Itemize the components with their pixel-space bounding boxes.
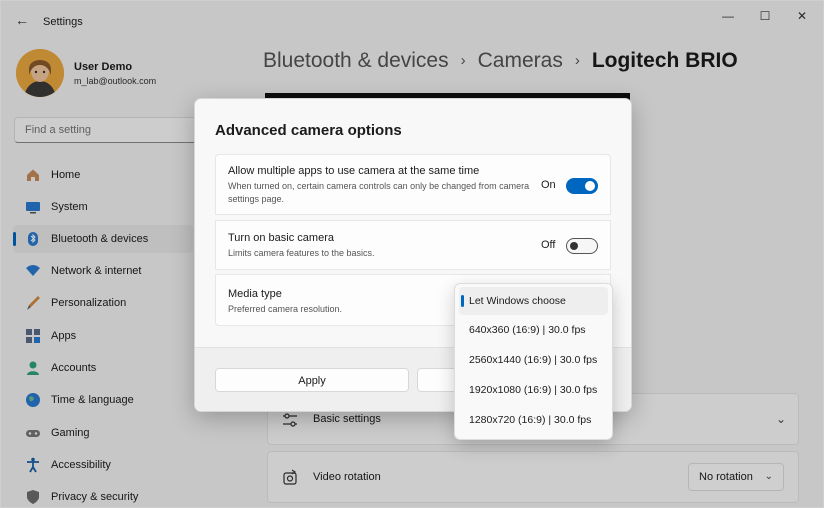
media-option-1280x720[interactable]: 1280x720 (16:9) | 30.0 fps (459, 406, 608, 434)
option-title: Media type (228, 288, 282, 300)
option-title: Allow multiple apps to use camera at the… (228, 165, 480, 177)
media-type-dropdown: Let Windows choose 640x360 (16:9) | 30.0… (454, 283, 613, 440)
media-option-let-windows-choose[interactable]: Let Windows choose (459, 287, 608, 315)
dialog-title: Advanced camera options (215, 122, 402, 139)
apply-button[interactable]: Apply (215, 368, 409, 392)
media-option-640x360[interactable]: 640x360 (16:9) | 30.0 fps (459, 316, 608, 344)
basic-camera-option: Turn on basic camera Limits camera featu… (215, 220, 611, 270)
multiple-apps-option: Allow multiple apps to use camera at the… (215, 154, 611, 215)
multiple-apps-toggle[interactable] (566, 178, 598, 194)
option-description: Limits camera features to the basics. (228, 248, 375, 258)
media-option-2560x1440[interactable]: 2560x1440 (16:9) | 30.0 fps (459, 346, 608, 374)
settings-window: ← Settings — ☐ ✕ User Demo m_lab@outlook… (0, 0, 824, 508)
media-option-1920x1080[interactable]: 1920x1080 (16:9) | 30.0 fps (459, 376, 608, 404)
toggle-state-label: On (541, 179, 556, 191)
option-title: Turn on basic camera (228, 232, 334, 244)
toggle-state-label: Off (541, 239, 556, 251)
basic-camera-toggle[interactable] (566, 238, 598, 254)
option-description: When turned on, certain camera controls … (228, 181, 530, 204)
